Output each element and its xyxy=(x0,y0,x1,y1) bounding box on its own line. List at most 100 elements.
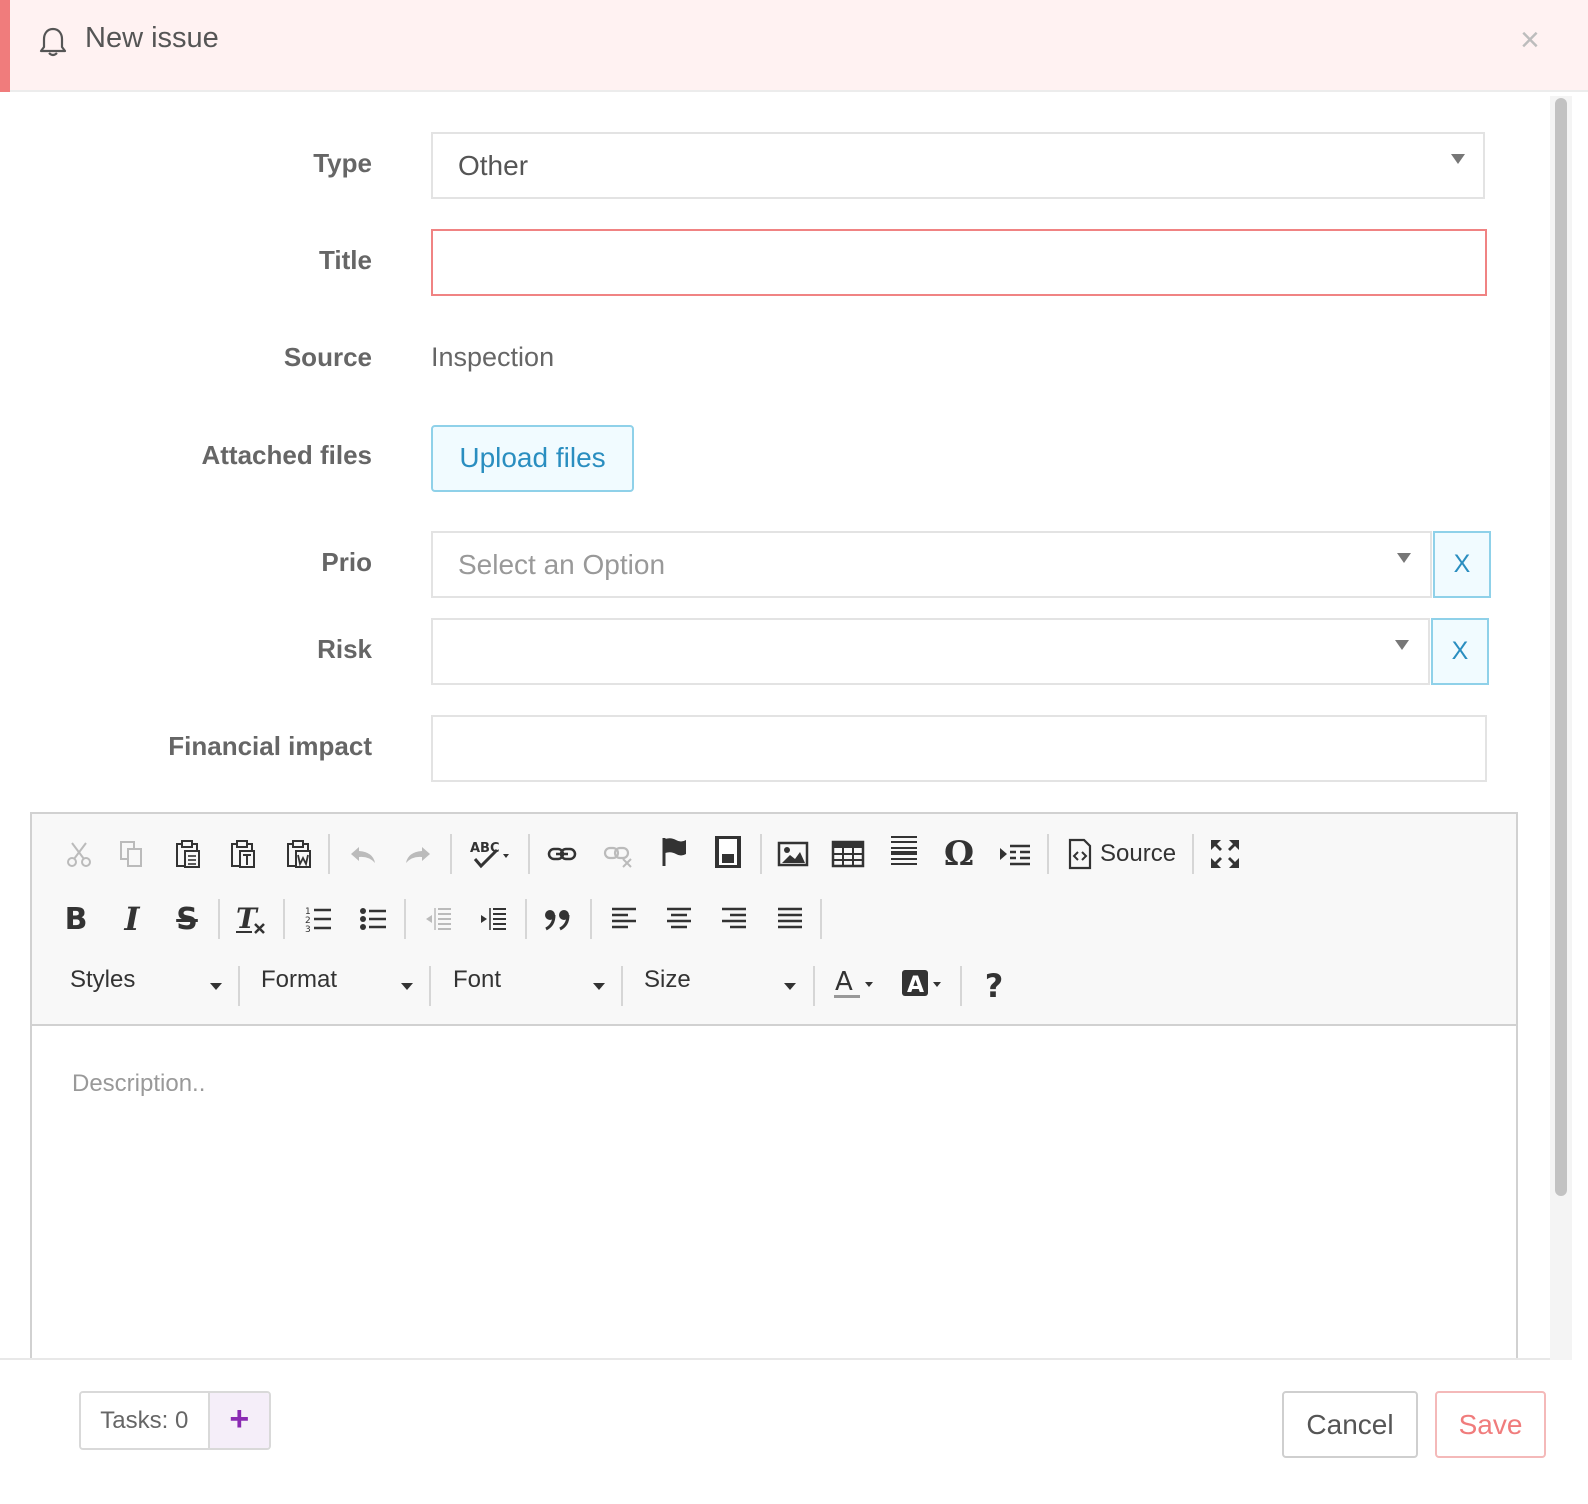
font-dropdown-label: Font xyxy=(453,966,502,993)
attached-files-label: Attached files xyxy=(201,440,373,470)
tasks-count[interactable]: Tasks: 0 xyxy=(81,1393,208,1448)
toolbar-separator xyxy=(218,899,220,939)
toolbar-separator xyxy=(760,834,762,874)
iframe-icon[interactable] xyxy=(708,832,748,872)
redo-icon[interactable] xyxy=(398,834,438,874)
italic-icon[interactable]: I xyxy=(112,899,152,939)
risk-select[interactable] xyxy=(431,618,1430,685)
paste-icon[interactable] xyxy=(168,834,208,874)
paste-word-icon[interactable] xyxy=(279,834,319,874)
toolbar-separator xyxy=(328,834,330,874)
toolbar-separator xyxy=(1047,834,1049,874)
align-left-icon[interactable] xyxy=(604,899,644,939)
numbered-list-icon[interactable]: 123 xyxy=(298,899,338,939)
close-icon[interactable]: × xyxy=(1520,20,1540,60)
chevron-down-icon xyxy=(210,983,222,990)
editor-toolbar: ABC Ω Source B I S T 1 2 3 Styles Format… xyxy=(32,814,1516,1026)
save-button[interactable]: Save xyxy=(1435,1391,1546,1458)
background-color-icon[interactable]: A xyxy=(898,964,946,1004)
special-char-icon[interactable]: Ω xyxy=(939,834,979,874)
title-label: Title xyxy=(319,245,372,275)
modal-header: New issue × xyxy=(0,0,1588,92)
svg-text:T: T xyxy=(236,902,259,935)
tasks-group: Tasks: 0 + xyxy=(79,1391,271,1450)
toolbar-separator xyxy=(528,834,530,874)
modal-title: New issue xyxy=(85,22,219,54)
cancel-button[interactable]: Cancel xyxy=(1282,1391,1418,1458)
financial-impact-label: Financial impact xyxy=(168,731,372,761)
chevron-down-icon xyxy=(593,983,605,990)
add-task-button[interactable]: + xyxy=(207,1393,269,1448)
scrollbar-thumb[interactable] xyxy=(1555,98,1567,1196)
prio-select[interactable]: Select an Option xyxy=(431,531,1432,598)
source-icon[interactable] xyxy=(1060,834,1100,874)
toolbar-separator xyxy=(1192,834,1194,874)
toolbar-separator xyxy=(283,899,285,939)
undo-icon[interactable] xyxy=(343,834,383,874)
size-dropdown[interactable]: Size xyxy=(644,966,796,1006)
align-center-icon[interactable] xyxy=(659,899,699,939)
description-editor[interactable]: Description.. xyxy=(32,1026,1516,1370)
font-dropdown[interactable]: Font xyxy=(453,966,605,1006)
toolbar-separator xyxy=(429,966,431,1006)
bold-icon[interactable]: B xyxy=(56,899,96,939)
source-label: Source xyxy=(283,342,372,372)
description-placeholder: Description.. xyxy=(72,1070,206,1097)
styles-dropdown-label: Styles xyxy=(70,966,136,993)
prio-clear-button[interactable]: X xyxy=(1433,531,1491,598)
bell-icon xyxy=(38,26,68,58)
size-dropdown-label: Size xyxy=(644,966,691,993)
header-accent-bar xyxy=(0,0,10,92)
chevron-down-icon xyxy=(1395,640,1409,650)
copy-icon[interactable] xyxy=(111,834,151,874)
paste-text-icon[interactable] xyxy=(223,834,263,874)
source-value: Inspection xyxy=(431,342,555,372)
format-dropdown[interactable]: Format xyxy=(261,966,413,1006)
help-icon[interactable]: ? xyxy=(974,966,1014,1006)
outdent-icon[interactable] xyxy=(418,899,458,939)
table-icon[interactable] xyxy=(828,834,868,874)
title-input[interactable] xyxy=(431,229,1487,296)
chevron-down-icon xyxy=(1451,154,1465,164)
svg-text:3: 3 xyxy=(305,925,311,934)
svg-text:A: A xyxy=(907,973,924,998)
svg-text:A: A xyxy=(835,967,853,997)
type-label: Type xyxy=(313,148,372,178)
financial-impact-input[interactable] xyxy=(431,715,1487,782)
indent-icon[interactable] xyxy=(473,899,513,939)
text-color-icon[interactable]: A xyxy=(830,964,878,1004)
cut-icon[interactable] xyxy=(59,834,99,874)
chevron-down-icon xyxy=(401,983,413,990)
prio-label: Prio xyxy=(321,547,372,577)
upload-files-button[interactable]: Upload files xyxy=(431,425,634,492)
maximize-icon[interactable] xyxy=(1205,834,1245,874)
bulleted-list-icon[interactable] xyxy=(353,899,393,939)
toolbar-separator xyxy=(820,899,822,939)
type-select-value: Other xyxy=(458,150,529,181)
toolbar-separator xyxy=(238,966,240,1006)
source-button-label[interactable]: Source xyxy=(1100,840,1176,868)
toolbar-separator xyxy=(621,966,623,1006)
align-right-icon[interactable] xyxy=(714,899,754,939)
blockquote-icon[interactable] xyxy=(538,899,578,939)
horizontal-rule-icon[interactable] xyxy=(884,832,924,872)
risk-clear-button[interactable]: X xyxy=(1431,618,1489,685)
anchor-icon[interactable] xyxy=(654,832,694,872)
chevron-down-icon xyxy=(1397,553,1411,563)
toolbar-separator xyxy=(813,966,815,1006)
strikethrough-icon[interactable]: S xyxy=(167,899,207,939)
toolbar-separator xyxy=(525,899,527,939)
rich-text-editor: ABC Ω Source B I S T 1 2 3 Styles Format… xyxy=(30,812,1518,1372)
risk-label: Risk xyxy=(317,634,372,664)
styles-dropdown[interactable]: Styles xyxy=(70,966,222,1006)
spellcheck-icon[interactable]: ABC xyxy=(468,834,518,874)
remove-format-icon[interactable]: T xyxy=(231,899,271,939)
type-select[interactable]: Other xyxy=(431,132,1485,199)
show-blocks-icon[interactable] xyxy=(995,834,1035,874)
justify-icon[interactable] xyxy=(770,899,810,939)
image-icon[interactable] xyxy=(773,834,813,874)
toolbar-separator xyxy=(404,899,406,939)
format-dropdown-label: Format xyxy=(261,966,338,993)
unlink-icon[interactable] xyxy=(598,834,638,874)
link-icon[interactable] xyxy=(542,834,582,874)
